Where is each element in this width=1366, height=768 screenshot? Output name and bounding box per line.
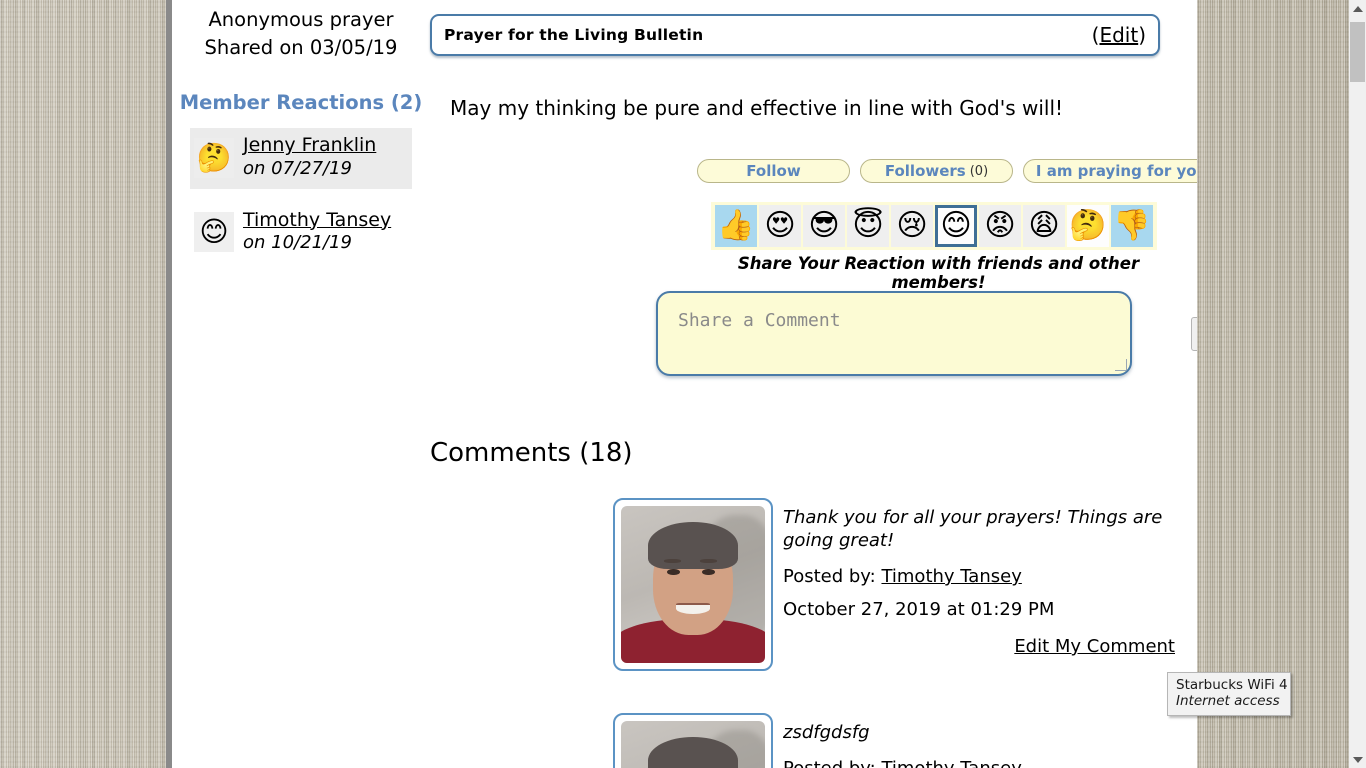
thumbs-down-emoji[interactable]: 👎	[1111, 205, 1153, 247]
scroll-up-arrow-icon[interactable]	[1349, 0, 1366, 17]
wifi-network-name: Starbucks WiFi 4	[1176, 677, 1288, 693]
prayer-main: Prayer for the Living Bulletin (Edit) Ma…	[430, 0, 1197, 768]
prayer-shared-date: Shared on 03/05/19	[204, 35, 398, 59]
avatar-photo	[621, 506, 765, 663]
avatar	[613, 713, 773, 768]
avatar-photo	[621, 721, 765, 768]
thinking-face-emoji: 🤔	[194, 137, 234, 178]
avatar	[613, 498, 773, 671]
followers-count: (0)	[969, 163, 989, 179]
follow-button[interactable]: Follow	[697, 159, 850, 183]
prayer-meta: Anonymous prayer Shared on 03/05/19	[172, 0, 430, 61]
reactor-date: on 07/27/19	[243, 158, 352, 180]
post-comment-button[interactable]: Post	[1191, 317, 1197, 351]
angry-face-emoji[interactable]: 😡	[979, 205, 1021, 247]
comment-timestamp: October 27, 2019 at 01:29 PM	[783, 599, 1055, 621]
comment-text: Thank you for all your prayers! Things a…	[783, 507, 1163, 552]
member-reactions-heading: Member Reactions (2)	[179, 91, 423, 115]
smiling-face-emoji: 😊	[194, 211, 234, 252]
heart-eyes-emoji[interactable]: 😍	[759, 205, 801, 247]
weary-face-emoji[interactable]: 😩	[1023, 205, 1065, 247]
reactor-name-link[interactable]: Jenny Franklin	[243, 134, 376, 158]
posted-by-label: Posted by:	[783, 566, 876, 588]
scroll-down-arrow-icon[interactable]	[1349, 751, 1366, 768]
comment-author-link[interactable]: Timothy Tansey	[881, 758, 1021, 768]
thinking-face-emoji[interactable]: 🤔	[1067, 205, 1109, 247]
praying-for-you-label: I am praying for you!	[1035, 162, 1197, 180]
edit-prayer-link[interactable]: (Edit)	[1092, 23, 1146, 47]
prayer-author: Anonymous prayer	[208, 8, 394, 31]
comment-author-link[interactable]: Timothy Tansey	[881, 566, 1021, 587]
comment-author-line: Posted by: Timothy Tansey	[783, 566, 1197, 587]
praying-for-you-button[interactable]: I am praying for you!	[1023, 159, 1197, 183]
prayer-action-buttons: Follow Followers (0) I am praying for yo…	[697, 159, 1197, 183]
reactor-details: Timothy Tansey on 10/21/19	[243, 209, 391, 255]
reaction-emoji-bar: 👍 😍 😎 😇 😢 😊 😡 😩 🤔 👎	[711, 202, 1157, 250]
comment-item: Thank you for all your prayers! Things a…	[613, 498, 1197, 671]
comment-body: zsdfgdsfg Posted by: Timothy Tansey	[783, 713, 1197, 768]
page-title: Prayer for the Living Bulletin	[444, 26, 704, 44]
smiling-face-emoji[interactable]: 😊	[935, 205, 977, 247]
prayer-title-bar: Prayer for the Living Bulletin (Edit)	[430, 14, 1160, 56]
reaction-bar-caption: Share Your Reaction with friends and oth…	[737, 254, 1140, 292]
comment-input[interactable]: Share a Comment	[656, 291, 1132, 376]
wifi-status: Internet access	[1176, 693, 1280, 709]
edit-comment-row: Edit My Comment	[783, 636, 1197, 657]
followers-button[interactable]: Followers (0)	[860, 159, 1013, 183]
reactor-details: Jenny Franklin on 07/27/19	[243, 134, 376, 180]
comment-item: zsdfgdsfg Posted by: Timothy Tansey	[613, 713, 1197, 768]
edit-my-comment-link[interactable]: Edit My Comment	[1014, 636, 1175, 657]
comment-author-line: Posted by: Timothy Tansey	[783, 758, 1197, 768]
comment-body: Thank you for all your prayers! Things a…	[783, 498, 1197, 671]
prayer-body-text: May my thinking be pure and effective in…	[450, 96, 1064, 120]
halo-emoji[interactable]: 😇	[847, 205, 889, 247]
reactor-name-link[interactable]: Timothy Tansey	[243, 209, 391, 233]
page-content: Anonymous prayer Shared on 03/05/19 Memb…	[172, 0, 1197, 768]
edit-prayer-label: Edit	[1099, 23, 1139, 47]
vertical-scrollbar[interactable]	[1349, 0, 1366, 768]
sunglasses-emoji[interactable]: 😎	[803, 205, 845, 247]
follow-button-label: Follow	[746, 162, 801, 180]
scrollbar-thumb[interactable]	[1350, 22, 1365, 82]
thumbs-up-emoji[interactable]: 👍	[715, 205, 757, 247]
prayer-sidebar: Anonymous prayer Shared on 03/05/19 Memb…	[172, 0, 430, 768]
posted-by-label: Posted by:	[783, 758, 876, 768]
comment-text: zsdfgdsfg	[783, 722, 870, 743]
resize-handle-icon[interactable]	[1115, 359, 1127, 371]
reactor-row[interactable]: 😊 Timothy Tansey on 10/21/19	[190, 203, 412, 263]
paren-close: )	[1138, 23, 1146, 47]
reactor-row[interactable]: 🤔 Jenny Franklin on 07/27/19	[190, 128, 412, 189]
comment-input-placeholder: Share a Comment	[678, 310, 841, 331]
wifi-tooltip: Starbucks WiFi 4 Internet access	[1167, 672, 1291, 716]
comments-heading: Comments (18)	[430, 438, 633, 468]
crying-emoji[interactable]: 😢	[891, 205, 933, 247]
followers-button-label: Followers	[884, 162, 966, 180]
reactor-date: on 10/21/19	[243, 232, 352, 254]
